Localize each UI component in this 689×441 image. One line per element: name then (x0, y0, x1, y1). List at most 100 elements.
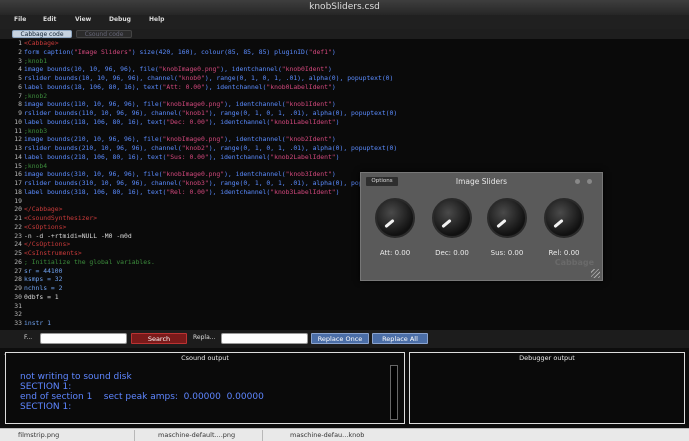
line-number: 25 (14, 249, 22, 257)
console-scrollbar[interactable] (390, 365, 398, 420)
code-text: image bounds(110, 10, 96, 96), file("kno… (24, 100, 336, 109)
tab-csound-code[interactable]: Csound code (76, 30, 132, 38)
code-text: sr = 44100 (24, 266, 63, 275)
line-number: 33 (14, 319, 22, 327)
code-text: rslider bounds(10, 10, 96, 96), channel(… (24, 74, 394, 82)
line-number: 20 (14, 205, 22, 214)
console-line: SECTION 1: (20, 382, 72, 392)
line-number: 8 (18, 100, 22, 109)
replace-input[interactable] (221, 333, 308, 344)
line-number: 11 (14, 126, 22, 135)
replace-label: Repla... (193, 334, 216, 341)
code-text: </Cabbage> (24, 205, 63, 214)
menu-edit[interactable]: Edit (43, 16, 56, 23)
line-number: 14 (14, 152, 22, 161)
menu-file[interactable]: File (14, 16, 26, 23)
code-text: rslider bounds(310, 10, 96, 96), channel… (24, 179, 398, 187)
line-number: 1 (18, 39, 22, 47)
code-text: <CsoundSynthesizer> (24, 214, 98, 222)
code-text: -n -d -+rtmidi=NULL -M0 -m0d (24, 231, 132, 240)
code-text: </CsOptions> (24, 240, 71, 249)
cabbage-logo: Cabbage (554, 258, 594, 267)
taskbar-divider (262, 430, 263, 441)
code-text: ; Initialize the global variables. (24, 257, 155, 266)
taskbar: filmstrip.png maschine-default....png ma… (0, 428, 689, 441)
sustain-knob[interactable] (487, 198, 527, 238)
decay-knob[interactable] (432, 198, 472, 238)
code-text: label bounds(118, 106, 80, 16), text("De… (24, 117, 340, 126)
find-input[interactable] (40, 333, 127, 344)
options-button[interactable]: Options (366, 177, 398, 186)
code-text: label bounds(318, 106, 80, 16), text("Re… (24, 187, 340, 196)
line-number: 32 (14, 310, 22, 319)
taskbar-divider (134, 430, 135, 441)
line-number: 21 (14, 214, 22, 222)
console-line: end of section 1 sect peak amps: 0.00000… (20, 392, 264, 402)
code-text: nchnls = 2 (24, 284, 63, 292)
resize-handle-icon[interactable] (591, 269, 600, 278)
code-text: ;knob2 (24, 91, 48, 100)
taskbar-item[interactable]: filmstrip.png (18, 430, 59, 441)
menu-view[interactable]: View (75, 16, 91, 23)
code-text: rslider bounds(110, 10, 96, 96), channel… (24, 109, 398, 117)
line-number: 19 (14, 196, 22, 205)
line-number: 5 (18, 74, 22, 82)
plugin-window[interactable]: Image Sliders Options Att: 0.00 Dec: 0.0… (360, 172, 603, 281)
line-number: 6 (18, 82, 22, 91)
line-number: 4 (18, 65, 22, 74)
release-knob[interactable] (544, 198, 584, 238)
line-number: 24 (14, 240, 22, 249)
taskbar-item[interactable]: maschine-defau...knob (290, 430, 364, 441)
code-text: instr 1 (24, 319, 51, 327)
code-text: image bounds(310, 10, 96, 96), file("kno… (24, 170, 336, 179)
code-text: image bounds(210, 10, 96, 96), file("kno… (24, 135, 336, 144)
code-text: image bounds(10, 10, 96, 96), file("knob… (24, 65, 332, 74)
replace-once-button[interactable]: Replace Once (311, 333, 369, 344)
code-text: form caption("Image Sliders") size(420, … (24, 47, 336, 56)
editor-tabs: Cabbage code Csound code (0, 29, 689, 39)
csound-output-pane: Csound output not writing to sound disk … (5, 352, 405, 424)
window-title: knobSliders.csd (309, 2, 380, 12)
line-number: 28 (14, 275, 22, 284)
release-label: Rel: 0.00 (548, 249, 580, 257)
console-line: not writing to sound disk (20, 372, 132, 382)
line-number: 17 (14, 179, 22, 187)
code-text: ;knob1 (24, 56, 48, 65)
line-number: 22 (14, 222, 22, 231)
debugger-output-title: Debugger output (519, 354, 575, 362)
menu-debug[interactable]: Debug (109, 16, 131, 23)
line-number: 15 (14, 161, 22, 170)
line-number: 9 (18, 109, 22, 117)
taskbar-item[interactable]: maschine-default....png (158, 430, 235, 441)
menu-help[interactable]: Help (149, 16, 164, 23)
find-bar: F... Search Repla... Replace Once Replac… (0, 330, 689, 348)
line-number: 18 (14, 187, 22, 196)
minimize-icon[interactable] (575, 179, 580, 184)
line-number: 29 (14, 284, 22, 292)
line-number: 7 (18, 91, 22, 100)
line-number: 26 (14, 257, 22, 266)
line-number: 27 (14, 266, 22, 275)
line-number: 31 (14, 301, 22, 310)
line-number: 23 (14, 231, 22, 240)
attack-knob[interactable] (375, 198, 415, 238)
code-text: rslider bounds(210, 10, 96, 96), channel… (24, 144, 398, 152)
code-text: ksmps = 32 (24, 275, 63, 284)
line-number: 2 (18, 47, 22, 56)
output-panels: ◂ Csound output not writing to sound dis… (0, 348, 689, 428)
close-icon[interactable] (587, 179, 592, 184)
code-text: ;knob3 (24, 126, 48, 135)
line-number: 3 (18, 56, 22, 65)
menu-bar: File Edit View Debug Help (0, 15, 689, 29)
search-button[interactable]: Search (131, 333, 187, 344)
code-text: 0dbfs = 1 (24, 292, 59, 301)
code-text: <CsOptions> (24, 222, 67, 231)
tab-cabbage-code[interactable]: Cabbage code (12, 30, 72, 38)
code-text: ;knob4 (24, 161, 48, 170)
debugger-output-pane: Debugger output (409, 352, 685, 424)
window-titlebar: knobSliders.csd (0, 0, 689, 15)
console-line: SECTION 1: (20, 402, 72, 412)
replace-all-button[interactable]: Replace All (372, 333, 428, 344)
code-text: <Cabbage> (24, 39, 59, 47)
line-number: 13 (14, 144, 22, 152)
